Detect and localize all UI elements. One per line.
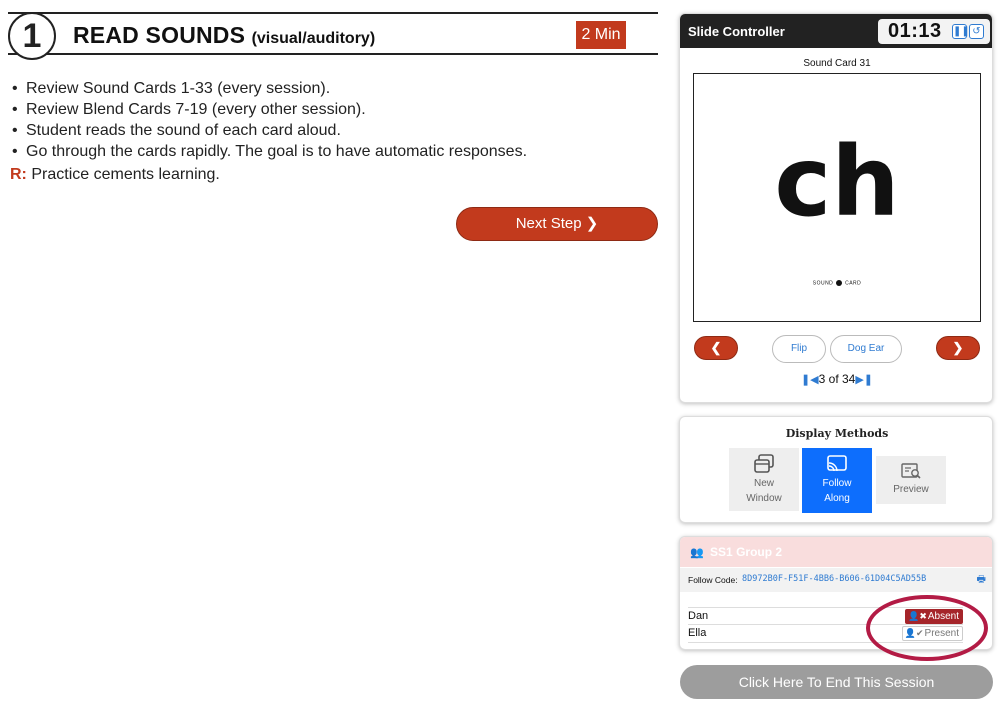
prev-card-button[interactable]: ❮ [694,336,738,360]
attendance-label: Absent [927,611,959,622]
step-title-main: READ SOUNDS [73,22,246,48]
sound-card: ch SOUND CARD [693,73,981,322]
step-title: READ SOUNDS (visual/auditory) [73,22,375,49]
student-row: Dan 👤✖Absent [688,607,963,625]
instruction-item: Review Blend Cards 7-19 (every other ses… [10,99,527,120]
sound-card-logo: SOUND CARD [694,280,980,286]
users-icon: 👥 [690,547,704,559]
student-name: Ella [688,627,707,639]
user-x-icon: 👤✖ [908,611,927,621]
group-name: SS1 Group 2 [710,545,783,559]
pause-icon[interactable]: ❚❚ [952,24,970,39]
card-pager: ❚◀3 of 34▶❚ [680,372,992,386]
instruction-item: Student reads the sound of each card alo… [10,120,527,141]
next-card-button[interactable]: ❯ [936,336,980,360]
method-follow-along[interactable]: Follow Along [802,448,872,513]
follow-code-row: Follow Code: 8D972B0F-F51F-4BB6-B606-61D… [680,568,992,592]
instruction-item: Review Sound Cards 1-33 (every session). [10,78,527,99]
card-logo-left: SOUND [812,280,834,287]
pager-text: 3 of 34 [818,372,856,386]
end-session-button[interactable]: Click Here To End This Session [680,665,993,699]
logo-dot-icon [836,280,843,286]
step-number: 1 [8,12,56,60]
follow-code[interactable]: 8D972B0F-F51F-4BB6-B606-61D04C5AD55B [742,574,926,584]
print-icon[interactable]: 🖶 [977,572,986,589]
flip-button[interactable]: Flip [772,335,826,363]
last-card-icon[interactable]: ▶❚ [855,374,873,386]
card-text: ch [774,126,900,238]
reason-text: Practice cements learning. [31,166,220,183]
student-name: Dan [688,610,709,622]
display-methods-title: Display Methods [785,427,889,440]
slide-controller-panel: Slide Controller 01:13 ❚❚ ↺ Sound Card 3… [679,13,993,403]
slide-controller-header: Slide Controller 01:13 ❚❚ ↺ [680,14,992,48]
reason-line: R: Practice cements learning. [10,166,220,184]
group-header: 👥 SS1 Group 2 [680,537,992,567]
first-card-icon[interactable]: ❚◀ [801,374,819,386]
method-preview[interactable]: Preview [876,456,946,504]
follow-code-label: Follow Code: [688,575,738,585]
next-step-button[interactable]: Next Step ❯ [456,207,658,241]
preview-icon [901,463,921,479]
slide-controller-title: Slide Controller [688,24,785,39]
method-label: Window [746,493,782,504]
step-header: 1 READ SOUNDS (visual/auditory) 2 Min [8,12,658,60]
card-name: Sound Card 31 [803,58,871,69]
display-methods-panel: Display Methods New Window Follow Along … [679,416,993,523]
step-title-sub: (visual/auditory) [251,30,376,47]
reset-icon[interactable]: ↺ [969,24,984,39]
attendance-label: Present [924,628,959,639]
method-label: Preview [893,484,929,495]
student-row: Ella 👤✔Present [688,625,963,643]
method-new-window[interactable]: New Window [729,448,799,511]
method-label: New [753,478,774,489]
instruction-list: Review Sound Cards 1-33 (every session).… [10,78,527,162]
timer-display: 01:13 [888,20,942,42]
instruction-item: Go through the cards rapidly. The goal i… [10,141,527,162]
card-logo-right: CARD [845,280,862,287]
timer: 01:13 ❚❚ ↺ [878,19,990,44]
method-label: Along [824,493,850,504]
duration-badge: 2 Min [576,21,626,49]
absent-button[interactable]: 👤✖Absent [905,609,963,624]
dog-ear-button[interactable]: Dog Ear [830,335,902,363]
present-button[interactable]: 👤✔Present [901,626,963,641]
reason-label: R: [10,166,27,183]
cast-icon [827,455,847,472]
group-panel: 👥 SS1 Group 2 Follow Code: 8D972B0F-F51F… [679,536,993,650]
new-window-icon [754,454,774,473]
method-label: Follow [822,478,852,489]
user-check-icon: 👤✔ [904,628,924,638]
